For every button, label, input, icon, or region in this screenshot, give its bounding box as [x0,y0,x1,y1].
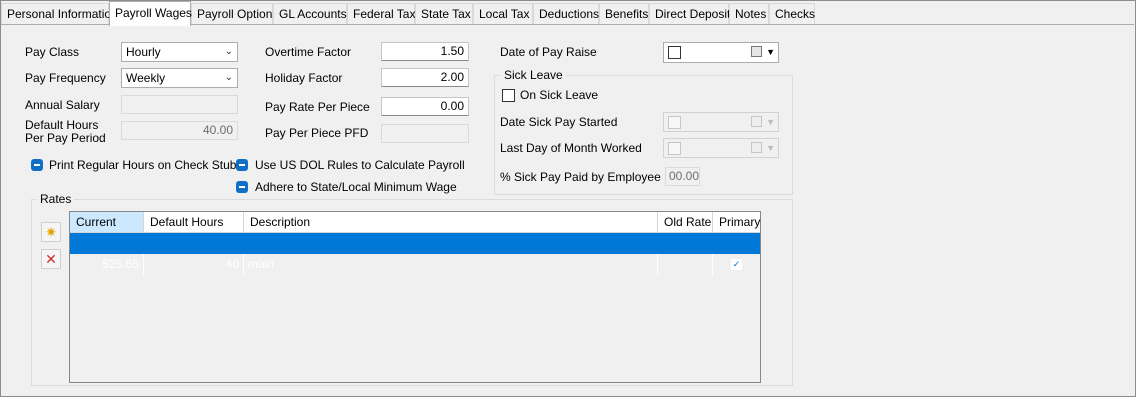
annual-salary-label: Annual Salary [25,98,100,112]
delete-x-icon: ✕ [45,251,57,267]
date-of-pay-raise-label: Date of Pay Raise [500,45,597,59]
chevron-down-icon: ⌄ [224,72,233,83]
tab-deductions[interactable]: Deductions [533,3,599,25]
calendar-icon [751,142,762,153]
last-day-worked-label: Last Day of Month Worked [500,141,642,155]
cell-primary[interactable]: ✓ [713,254,760,275]
default-hours-field: 40.00 [121,121,238,140]
column-header-current[interactable]: Current [70,212,144,233]
pay-frequency-value: Weekly [126,71,166,85]
tab-checks[interactable]: Checks [769,3,815,25]
dropdown-arrow-icon[interactable]: ▼ [766,43,775,61]
delete-rate-button[interactable]: ✕ [41,249,61,269]
pay-class-dropdown[interactable]: Hourly ⌄ [121,42,238,62]
pay-rate-per-piece-input[interactable]: 0.00 [381,97,469,116]
tab-payroll-wages[interactable]: Payroll Wages [109,1,192,26]
dropdown-arrow-icon: ▼ [766,143,775,153]
tab-direct-deposit[interactable]: Direct Deposit [649,3,730,25]
adhere-min-wage-label: Adhere to State/Local Minimum Wage [255,180,457,194]
cell-default-hours: 40 [144,254,244,275]
date-sick-pay-started-label: Date Sick Pay Started [500,115,618,129]
overtime-factor-input[interactable]: 1.50 [381,42,469,61]
adhere-min-wage-checkbox[interactable] [236,181,248,193]
tab-state-tax[interactable]: State Tax [415,3,473,25]
cell-old-rate [658,254,713,275]
calendar-icon [751,116,762,127]
tab-federal-tax[interactable]: Federal Tax [347,3,415,25]
chevron-down-icon: ⌄ [224,46,233,57]
pay-per-piece-pfd-field [381,124,469,143]
column-header-description[interactable]: Description [244,212,658,233]
add-rate-button[interactable]: ✷ [41,222,61,242]
calendar-icon[interactable] [751,46,762,57]
on-sick-leave-label: On Sick Leave [520,88,599,102]
pct-sick-pay-field: 00.00 [665,167,700,186]
table-row[interactable]: $25.65 40 main ✓ [70,233,760,275]
tab-strip: Personal Information Payroll Wages Payro… [1,1,1134,26]
rates-title: Rates [37,192,75,206]
annual-salary-field [121,95,238,114]
print-regular-hours-label: Print Regular Hours on Check Stub [49,158,237,172]
cell-current: $25.65 [70,254,144,275]
tab-payroll-options[interactable]: Payroll Options [191,3,278,25]
date-sick-pay-started-checkbox [668,116,681,129]
last-day-worked-checkbox [668,142,681,155]
column-header-default-hours[interactable]: Default Hours [144,212,244,233]
default-hours-label-2: Per Pay Period [25,131,106,145]
tab-notes[interactable]: Notes [729,3,769,25]
pay-rate-per-piece-label: Pay Rate Per Piece [265,100,370,114]
payroll-wages-panel: Pay Class Hourly ⌄ Pay Frequency Weekly … [1,24,1134,395]
print-regular-hours-checkbox[interactable] [31,159,43,171]
column-header-old-rate[interactable]: Old Rate [658,212,713,233]
pay-frequency-label: Pay Frequency [25,71,106,85]
date-of-pay-raise-checkbox[interactable] [668,46,681,59]
holiday-factor-input[interactable]: 2.00 [381,68,469,87]
pct-sick-pay-label: % Sick Pay Paid by Employee [500,170,661,184]
rates-grid[interactable]: Current Default Hours Description Old Ra… [69,211,761,383]
default-hours-label-1: Default Hours [25,118,99,132]
sick-leave-title: Sick Leave [501,68,566,82]
holiday-factor-label: Holiday Factor [265,71,343,85]
primary-checkmark-icon[interactable]: ✓ [731,259,742,271]
column-header-primary[interactable]: Primary [713,212,760,233]
pay-class-value: Hourly [126,45,161,59]
on-sick-leave-checkbox[interactable] [502,89,515,102]
pay-per-piece-pfd-label: Pay Per Piece PFD [265,126,369,140]
date-sick-pay-started-picker: ▼ [663,112,779,132]
tab-gl-accounts[interactable]: GL Accounts [273,3,347,25]
sparkle-new-icon: ✷ [45,224,57,240]
cell-description: main [244,254,658,275]
use-us-dol-checkbox[interactable] [236,159,248,171]
tab-local-tax[interactable]: Local Tax [473,3,533,25]
date-of-pay-raise-picker[interactable]: ▼ [663,42,779,63]
tab-benefits[interactable]: Benefits [599,3,649,25]
dropdown-arrow-icon: ▼ [766,117,775,127]
tab-personal-information[interactable]: Personal Information [1,3,118,25]
pay-class-label: Pay Class [25,45,80,59]
last-day-worked-picker: ▼ [663,138,779,158]
overtime-factor-label: Overtime Factor [265,45,352,59]
use-us-dol-label: Use US DOL Rules to Calculate Payroll [255,158,465,172]
pay-frequency-dropdown[interactable]: Weekly ⌄ [121,68,238,88]
